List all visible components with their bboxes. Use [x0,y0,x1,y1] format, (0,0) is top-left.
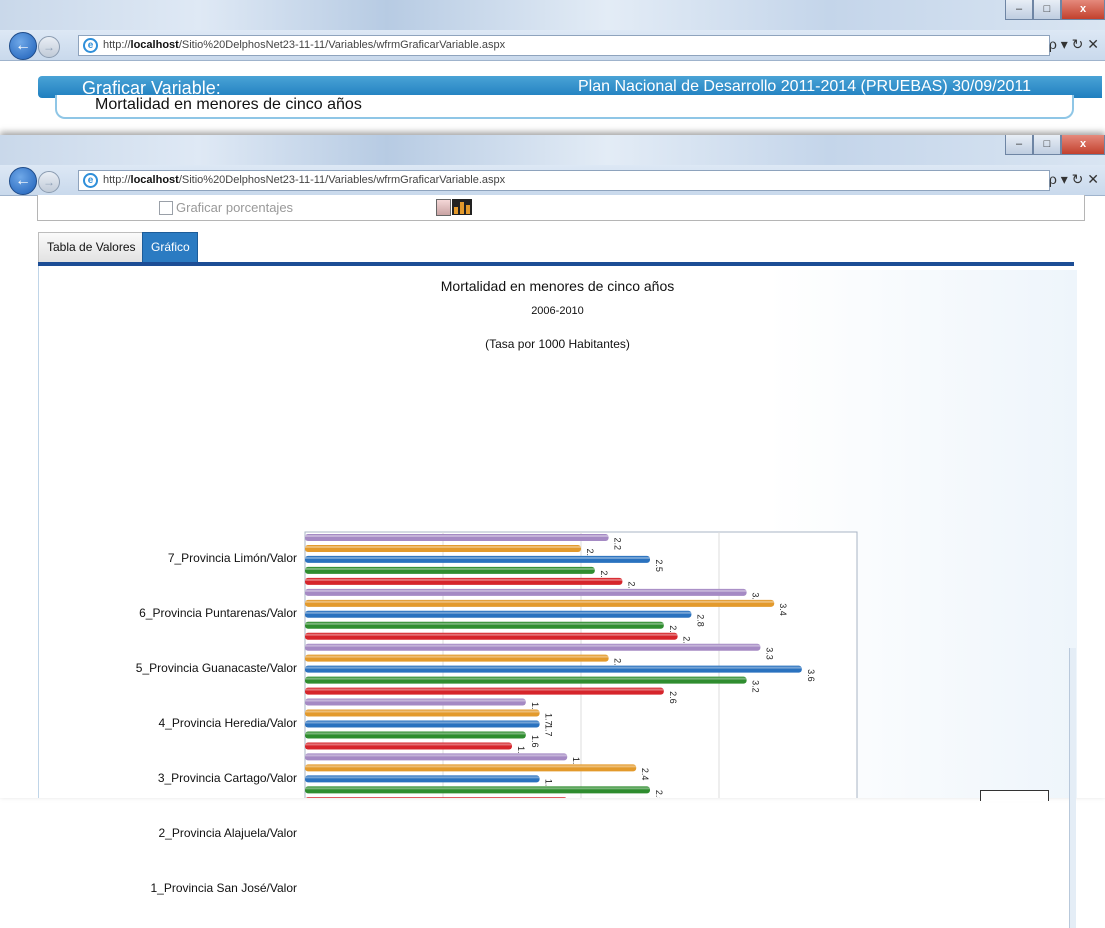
url-text: http://localhost/Sitio%20DelphosNet23-11… [103,174,506,186]
bar-highlight [305,710,540,713]
bar-highlight [305,732,526,735]
variable-name: Mortalidad en menores de cinco años [95,96,362,113]
bar-highlight [305,534,609,537]
bar-highlight [305,688,664,691]
chart-panel: Mortalidad en menores de cinco años 2006… [38,266,1077,928]
bar-highlight [305,622,664,625]
bar-chart: 012342.22.02.52.12.33.23.42.82.62.73.32.… [304,531,858,798]
maximize-button[interactable]: □ [1033,0,1061,20]
forward-arrow-icon[interactable]: → [38,171,60,193]
maximize-button[interactable]: □ [1033,135,1061,155]
bar-data-label: 2.8 [695,614,705,627]
bar-highlight [305,699,526,702]
bar-data-label: 1.7 [544,724,554,737]
side-scroll-strip[interactable] [1069,648,1076,928]
bar-highlight [305,556,650,559]
bar-data-label: 2.4 [640,768,650,781]
bar-highlight [305,578,623,581]
tab-grafico[interactable]: Gráfico [142,232,198,263]
bar-highlight [305,743,512,746]
window-controls: – □ x [1005,0,1105,20]
bar-highlight [305,721,540,724]
percent-checkbox[interactable] [159,201,173,215]
bar-highlight [305,677,747,680]
variable-name-panel: Mortalidad en menores de cinco años [55,95,1074,119]
bar-highlight [305,567,595,570]
search-refresh-icon[interactable]: ρ ▾ ↻ ✕ [1049,36,1099,53]
ie-logo-icon: e [83,38,98,53]
tab-tabla-de-valores[interactable]: Tabla de Valores [38,232,143,262]
address-bar[interactable]: e http://localhost/Sitio%20DelphosNet23-… [78,35,1050,56]
browser-window-back: – □ x ← → e http://localhost/Sitio%20Del… [0,0,1105,135]
ie-logo-icon: e [83,173,98,188]
bar-highlight [305,765,637,768]
bar-highlight [305,655,609,658]
bar-data-label: 2.6 [668,691,678,704]
bar-highlight [305,633,678,636]
export-icon[interactable] [436,199,451,216]
bar-data-label: 3.4 [778,603,788,616]
bar-data-label: 3.2 [751,680,761,693]
back-arrow-icon[interactable]: ← [9,167,37,195]
bar-highlight [305,611,692,614]
window-controls: – □ x [1005,135,1105,155]
bar-highlight [305,787,650,790]
bar-data-label: 2.2 [613,537,623,550]
title-bar: – □ x [0,135,1105,165]
bar-highlight [305,754,568,757]
bar-highlight [305,666,802,669]
bar-data-label: 2.5 [654,559,664,572]
percent-checkbox-label: Graficar porcentajes [176,200,294,215]
plan-label: Plan Nacional de Desarrollo 2011-2014 (P… [578,78,1032,95]
close-button[interactable]: x [1061,135,1105,155]
y-category-label: 2_Provincia Alajuela/Valor [158,825,297,840]
url-text: http://localhost/Sitio%20DelphosNet23-11… [103,39,506,51]
address-bar[interactable]: e http://localhost/Sitio%20DelphosNet23-… [78,170,1050,191]
bar-highlight [305,776,540,779]
chart-type-icon[interactable] [452,199,472,215]
bar-data-label: 3.3 [764,647,774,660]
forward-arrow-icon[interactable]: → [38,36,60,58]
nav-bar: ← → e http://localhost/Sitio%20DelphosNe… [0,165,1105,196]
bar-highlight [305,589,747,592]
bar-data-label: 2.5 [654,790,664,798]
minimize-button[interactable]: – [1005,0,1033,20]
bar-highlight [305,600,775,603]
nav-bar: ← → e http://localhost/Sitio%20DelphosNe… [0,30,1105,61]
y-category-label: 1_Provincia San José/Valor [150,880,297,895]
bar-highlight [305,644,761,647]
title-bar: – □ x [0,0,1105,30]
bar-highlight [305,545,581,548]
browser-window-front: – □ x ← → e http://localhost/Sitio%20Del… [0,135,1105,928]
back-arrow-icon[interactable]: ← [9,32,37,60]
minimize-button[interactable]: – [1005,135,1033,155]
legend-box [980,790,1049,801]
close-button[interactable]: x [1061,0,1105,20]
bar-data-label: 3.6 [806,669,816,682]
options-panel: Graficar porcentajes [37,195,1085,221]
search-refresh-icon[interactable]: ρ ▾ ↻ ✕ [1049,171,1099,188]
bar-data-label: 1.6 [530,735,540,748]
